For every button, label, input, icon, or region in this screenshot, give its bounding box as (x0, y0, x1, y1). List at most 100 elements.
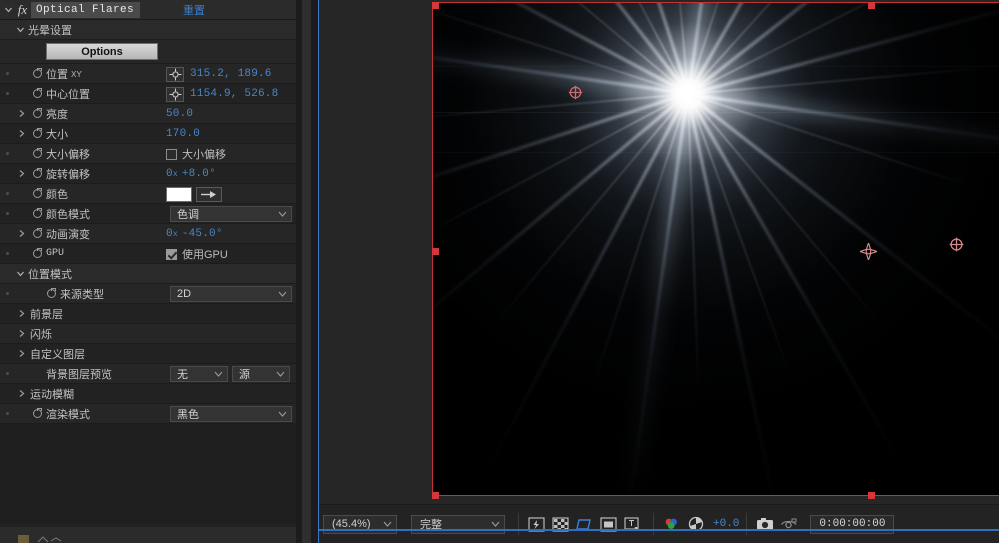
stopwatch-animation-evolution[interactable] (28, 228, 46, 238)
stopwatch-center-position[interactable] (28, 88, 46, 98)
stopwatch-rotation-offset[interactable] (28, 168, 46, 178)
use-gpu-checkbox-label: 使用GPU (182, 249, 228, 261)
animation-evolution-degree-sign: ° (215, 228, 223, 240)
property-label: 颜色模式 (46, 208, 90, 221)
property-row-background-layer-preview: 背景图层预览 无 源 (0, 364, 296, 384)
property-row-color: 颜色 (0, 184, 296, 204)
flare-core-glow (528, 2, 848, 254)
property-row-animation-evolution: 动画演变 0x -45.0 ° (0, 224, 296, 244)
property-label: 中心位置 (46, 88, 90, 101)
selection-handle-middle-left[interactable] (432, 248, 439, 255)
position-value[interactable]: 315.2, 189.6 (190, 68, 272, 80)
viewer-canvas[interactable] (319, 0, 999, 504)
property-row-size-offset: 大小偏移 大小偏移 (0, 144, 296, 164)
expand-flicker-icon[interactable] (14, 329, 28, 338)
property-row-gpu: GPU 使用GPU (0, 244, 296, 264)
expand-brightness-icon[interactable] (14, 109, 28, 118)
group-header-position-mode[interactable]: 位置模式 (0, 264, 296, 284)
size-offset-checkbox[interactable] (166, 148, 177, 160)
fx-icon: fx (17, 1, 28, 17)
expand-custom-layers-icon[interactable] (14, 349, 28, 358)
stopwatch-position[interactable] (28, 68, 46, 78)
property-row-render-mode: 渲染模式 黑色 (0, 404, 296, 424)
animation-evolution-x-unit: x (172, 229, 178, 239)
flare-settings-collapse-icon[interactable] (14, 22, 26, 38)
selection-handle-bottom-left[interactable] (432, 492, 439, 499)
keyframe-col[interactable] (0, 72, 14, 75)
selection-handle-bottom-center[interactable] (868, 492, 875, 499)
selection-handle-top-left[interactable] (432, 2, 439, 9)
toolbar-divider (518, 513, 519, 535)
center-position-value[interactable]: 1154.9, 526.8 (190, 88, 278, 100)
keyframe-col[interactable] (0, 152, 14, 155)
keyframe-col[interactable] (0, 372, 14, 375)
stopwatch-brightness[interactable] (28, 108, 46, 118)
keyframe-col[interactable] (0, 412, 14, 415)
expand-rotation-offset-icon[interactable] (14, 169, 28, 178)
stopwatch-render-mode[interactable] (28, 408, 46, 418)
chevron-down-icon (276, 369, 285, 379)
eyedropper-icon[interactable] (196, 186, 222, 202)
keyframe-col[interactable] (0, 252, 14, 255)
options-button[interactable]: Options (46, 43, 158, 60)
center-position-picker-icon[interactable] (166, 86, 184, 102)
stopwatch-color-mode[interactable] (28, 208, 46, 218)
property-label: 背景图层预览 (46, 368, 112, 381)
group-label: 前景层 (30, 308, 63, 321)
keyframe-col[interactable] (0, 212, 14, 215)
keyframe-col[interactable] (0, 92, 14, 95)
color-mode-dropdown[interactable]: 色调 (170, 206, 292, 222)
after-effects-window: fx Optical Flares 重置 光晕设置 Options 位置 XY (0, 0, 999, 543)
property-row-color-mode: 颜色模式 色调 (0, 204, 296, 224)
brightness-value[interactable]: 50.0 (166, 108, 193, 120)
position-picker-icon[interactable] (166, 66, 184, 82)
chevron-down-icon (278, 209, 287, 219)
stopwatch-size-offset[interactable] (28, 148, 46, 158)
group-header-flare-settings[interactable]: 光晕设置 (0, 20, 296, 40)
group-header-custom-layers[interactable]: 自定义图层 (0, 344, 296, 364)
keyframe-col[interactable] (0, 192, 14, 195)
property-row-position: 位置 XY 315.2, 189.6 (0, 64, 296, 84)
group-header-flicker[interactable]: 闪烁 (0, 324, 296, 344)
use-gpu-checkbox[interactable] (166, 248, 177, 260)
group-header-foreground-layer[interactable]: 前景层 (0, 304, 296, 324)
reset-link[interactable]: 重置 (183, 2, 205, 18)
expand-animation-evolution-icon[interactable] (14, 229, 28, 238)
expand-foreground-layer-icon[interactable] (14, 309, 28, 318)
panel-empty-area (0, 424, 296, 524)
animation-evolution-revolutions[interactable]: 0 (166, 228, 173, 240)
rotation-offset-degrees[interactable]: +8.0 (182, 168, 209, 180)
background-layer-dropdown[interactable]: 无 (170, 366, 228, 382)
animation-evolution-degrees[interactable]: -45.0 (182, 228, 216, 240)
effect-header-row[interactable]: fx Optical Flares 重置 (0, 0, 296, 20)
property-row-rotation-offset: 旋转偏移 0x +8.0 ° (0, 164, 296, 184)
vertical-scrollbar[interactable] (302, 0, 311, 543)
position-mode-collapse-icon[interactable] (14, 266, 26, 282)
color-swatch[interactable] (166, 186, 192, 202)
source-type-value: 2D (177, 288, 192, 300)
toolbar-divider (653, 513, 654, 535)
property-label: 旋转偏移 (46, 168, 90, 181)
source-type-dropdown[interactable]: 2D (170, 286, 292, 302)
render-mode-dropdown[interactable]: 黑色 (170, 406, 292, 422)
rotation-offset-revolutions[interactable]: 0 (166, 168, 173, 180)
expand-size-icon[interactable] (14, 129, 28, 138)
stopwatch-size[interactable] (28, 128, 46, 138)
composition-render-area[interactable] (432, 2, 999, 496)
expand-motion-blur-icon[interactable] (14, 389, 28, 398)
keyframe-col[interactable] (0, 292, 14, 295)
stopwatch-color[interactable] (28, 188, 46, 198)
property-label: 位置 (46, 68, 68, 81)
effect-name[interactable]: Optical Flares (31, 1, 141, 18)
group-label: 闪烁 (30, 328, 52, 341)
selection-handle-top-center[interactable] (868, 2, 875, 9)
effect-collapse-triangle-icon[interactable] (2, 2, 14, 18)
stopwatch-source-type[interactable] (42, 288, 60, 298)
property-label: 动画演变 (46, 228, 90, 241)
background-source-dropdown[interactable]: 源 (232, 366, 290, 382)
property-row-size: 大小 170.0 (0, 124, 296, 144)
property-label: 大小 (46, 128, 68, 141)
stopwatch-gpu[interactable] (28, 248, 46, 258)
size-value[interactable]: 170.0 (166, 128, 200, 140)
group-header-motion-blur[interactable]: 运动模糊 (0, 384, 296, 404)
